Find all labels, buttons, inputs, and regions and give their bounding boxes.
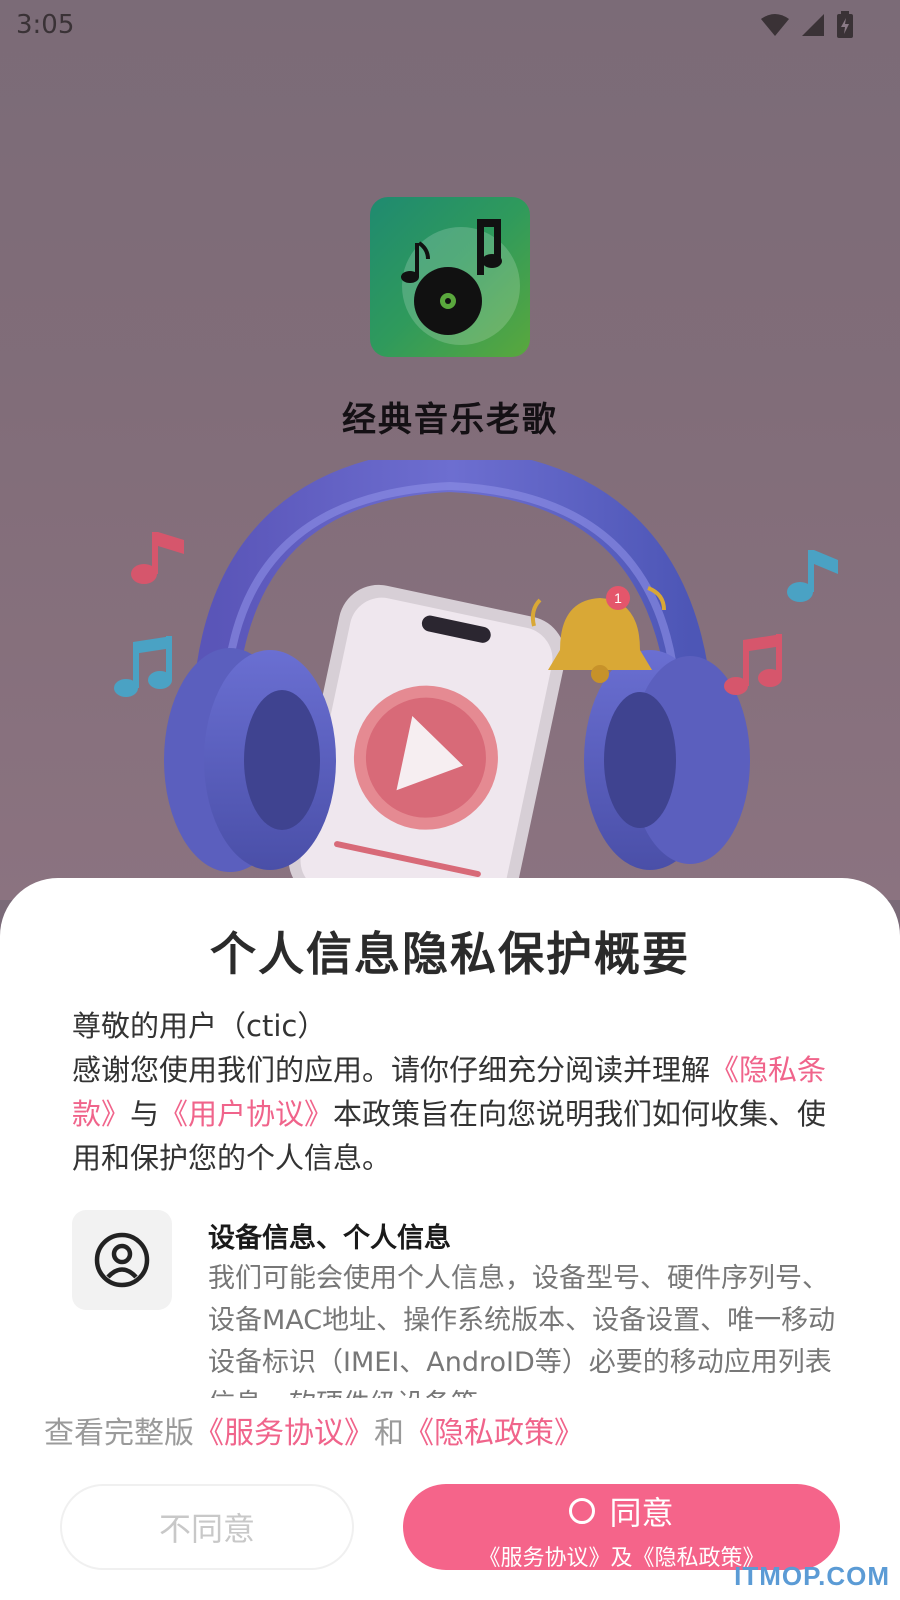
status-bar: 3:05: [0, 0, 900, 50]
service-agreement-link[interactable]: 《服务协议》: [194, 1416, 374, 1451]
intro-paragraph: 感谢您使用我们的应用。请你仔细充分阅读并理解《隐私条款》与《用户协议》本政策旨在…: [72, 1048, 832, 1180]
footer-and: 和: [374, 1416, 404, 1451]
agree-main: 同意: [403, 1488, 840, 1534]
privacy-dialog: 个人信息隐私保护概要 尊敬的用户（ctic） 感谢您使用我们的应用。请你仔细充分…: [0, 878, 900, 1600]
radio-circle-icon: [569, 1498, 596, 1524]
music-note-icon: [114, 636, 172, 697]
footer-links: 查看完整版《服务协议》和《隐私政策》: [44, 1408, 864, 1452]
greeting-text: 尊敬的用户（ctic）: [72, 1009, 327, 1043]
music-disc-icon: [401, 219, 502, 335]
agree-button[interactable]: 同意 《服务协议》及《隐私政策》: [403, 1484, 840, 1570]
music-note-icon: [787, 550, 838, 602]
agree-label: 同意: [609, 1494, 674, 1532]
dialog-title: 个人信息隐私保护概要: [210, 927, 690, 981]
wifi-icon: [761, 14, 789, 36]
music-note-icon: [131, 532, 184, 584]
footer-prefix: 查看完整版: [44, 1416, 194, 1451]
device-info-item: 设备信息、个人信息 我们可能会使用个人信息，设备型号、硬件序列号、设备MAC地址…: [72, 1210, 842, 1398]
app-name: 经典音乐老歌: [342, 400, 558, 440]
music-note-icon: [724, 634, 782, 695]
user-agreement-link[interactable]: 《用户协议》: [159, 1097, 333, 1131]
item-icon-box: [72, 1210, 172, 1310]
user-circle-icon: [94, 1232, 150, 1288]
item-title: 设备信息、个人信息: [208, 1223, 451, 1254]
status-time: 3:05: [16, 10, 75, 40]
battery-icon: [837, 11, 853, 38]
privacy-policy-link[interactable]: 《隐私政策》: [404, 1416, 584, 1451]
and-text: 与: [130, 1097, 160, 1131]
app-logo: [370, 197, 530, 357]
dialog-intro: 尊敬的用户（ctic） 感谢您使用我们的应用。请你仔细充分阅读并理解《隐私条款》…: [72, 1004, 832, 1180]
headphones-illustration: 1: [114, 460, 838, 900]
item-description: 我们可能会使用个人信息，设备型号、硬件序列号、设备MAC地址、操作系统版本、设备…: [208, 1263, 836, 1398]
intro-text: 感谢您使用我们的应用。请你仔细充分阅读并理解: [72, 1053, 711, 1087]
status-icons: [760, 11, 854, 39]
watermark: ITMOP.COM: [734, 1561, 890, 1591]
disagree-button[interactable]: 不同意: [60, 1484, 354, 1570]
disagree-label: 不同意: [158, 1510, 255, 1548]
signal-icon: [802, 14, 824, 36]
svg-text:1: 1: [614, 590, 622, 606]
